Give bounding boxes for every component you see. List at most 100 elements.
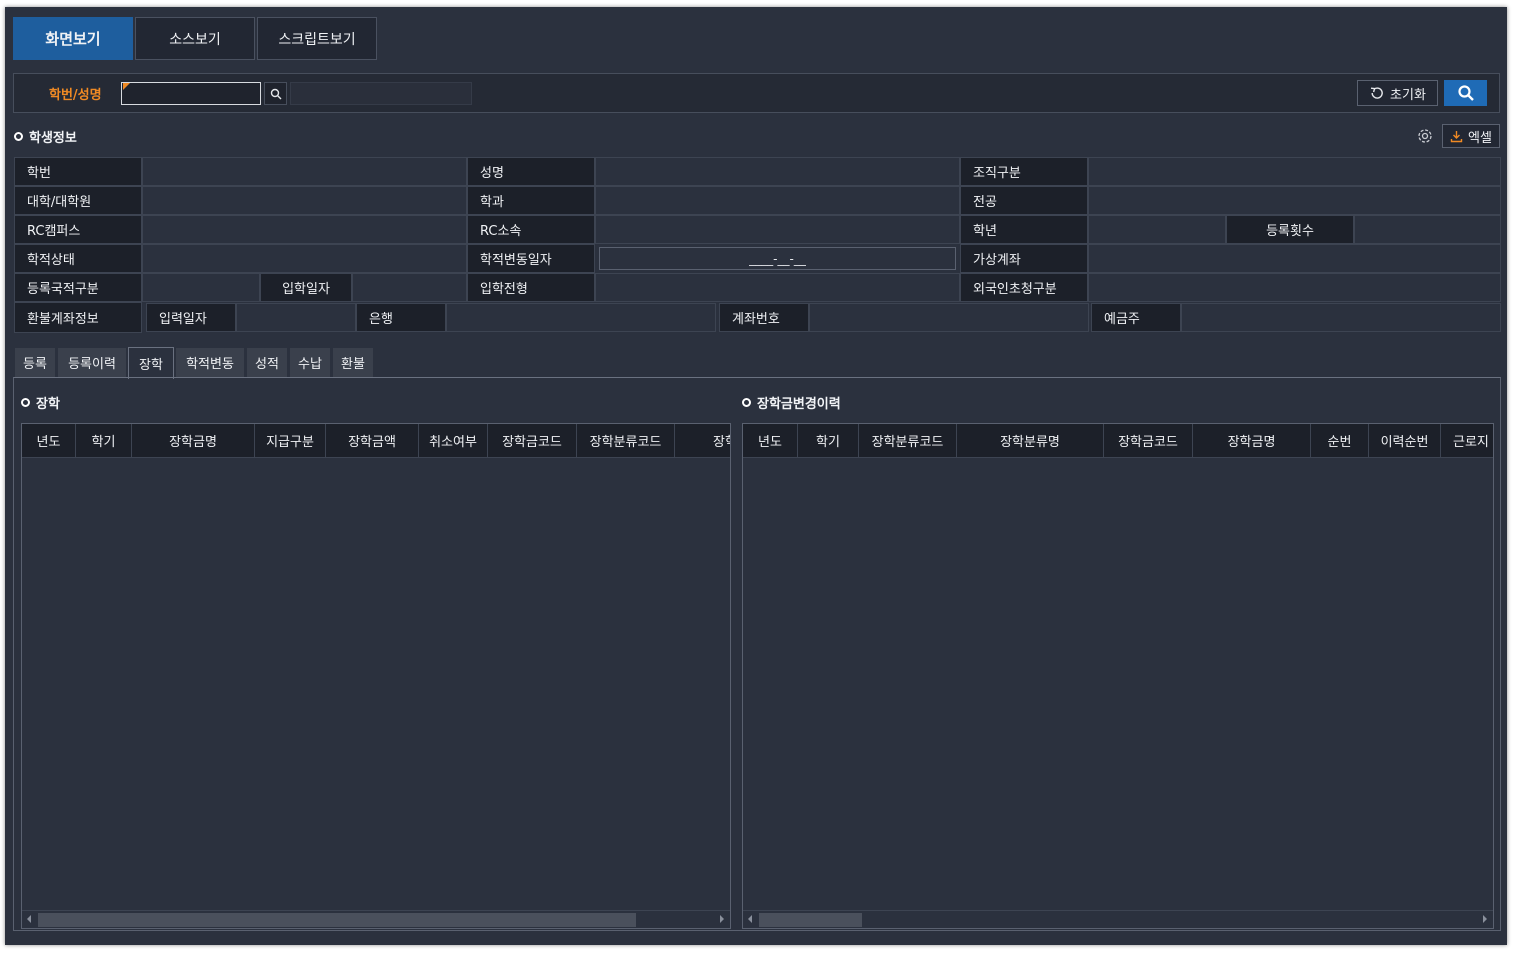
lookup-button[interactable] (264, 82, 287, 105)
scroll-left-icon[interactable] (748, 915, 752, 923)
value-virtual-account (1088, 244, 1501, 273)
label-grade: 학년 (960, 215, 1088, 244)
value-department (595, 186, 960, 215)
scholarship-history-title-text: 장학금변경이력 (757, 397, 841, 412)
search-icon (1457, 85, 1474, 101)
bullet-icon (742, 398, 751, 407)
value-foreign-invite (1088, 273, 1501, 302)
label-rc-campus: RC캠퍼스 (14, 215, 142, 244)
tab-script-view[interactable]: 스크립트보기 (257, 17, 377, 60)
tab-grades[interactable]: 성적 (246, 347, 288, 378)
label-bank: 은행 (356, 303, 446, 332)
tab-registration-history[interactable]: 등록이력 (57, 347, 127, 378)
scholarship-history-title: 장학금변경이력 (742, 393, 841, 412)
value-major (1088, 186, 1501, 215)
app-window: 화면보기 소스보기 스크립트보기 학번/성명 초기화 학생정보 엑셀 학번 성명… (5, 7, 1507, 945)
label-admission-type: 입학전형 (467, 273, 595, 302)
column-header[interactable]: 순번 (1311, 424, 1369, 458)
column-header[interactable]: 학기 (798, 424, 859, 458)
value-rc-affiliation (595, 215, 960, 244)
column-header[interactable]: 학기 (76, 424, 132, 458)
student-search-label: 학번/성명 (49, 88, 102, 103)
label-virtual-account: 가상계좌 (960, 244, 1088, 273)
horizontal-scrollbar[interactable] (22, 910, 730, 928)
column-header[interactable]: 취소여부 (419, 424, 488, 458)
status-change-date-field[interactable]: ____-__-__ (599, 247, 956, 270)
scholarship-grid: 년도 학기 장학금명 지급구분 장학금액 취소여부 장학금코드 장학분류코드 장… (21, 423, 731, 929)
scholarship-title: 장학 (21, 393, 60, 412)
scroll-right-icon[interactable] (720, 915, 724, 923)
tab-status-change[interactable]: 학적변동 (175, 347, 245, 378)
scholarship-grid-header: 년도 학기 장학금명 지급구분 장학금액 취소여부 장학금코드 장학분류코드 장… (22, 424, 730, 458)
magnifier-icon (270, 88, 281, 99)
tab-payment[interactable]: 수납 (289, 347, 331, 378)
column-header[interactable]: 장학분류코드 (577, 424, 675, 458)
column-header[interactable]: 장학금코드 (488, 424, 577, 458)
label-depositor: 예금주 (1091, 303, 1181, 332)
excel-label: 엑셀 (1468, 130, 1492, 146)
value-org-type (1088, 157, 1501, 186)
horizontal-scrollbar[interactable] (743, 910, 1493, 928)
download-icon (1450, 130, 1463, 142)
reset-label: 초기화 (1390, 87, 1426, 103)
value-account-no (809, 303, 1089, 332)
bullet-icon (21, 398, 30, 407)
refresh-icon (1370, 87, 1383, 99)
label-college: 대학/대학원 (14, 186, 142, 215)
value-status (142, 244, 467, 273)
reset-button[interactable]: 초기화 (1357, 80, 1438, 106)
scroll-left-icon[interactable] (27, 915, 31, 923)
tab-refund[interactable]: 환불 (332, 347, 374, 378)
excel-download-button[interactable]: 엑셀 (1442, 124, 1500, 148)
scroll-thumb[interactable] (759, 913, 862, 927)
student-info-grid: 학번 성명 조직구분 대학/대학원 학과 전공 RC캠퍼스 RC소속 학년 등록… (14, 157, 1501, 333)
column-header[interactable]: 장학금명 (132, 424, 255, 458)
column-header[interactable]: 이력순번 (1369, 424, 1441, 458)
column-header[interactable]: 장학금액 (326, 424, 419, 458)
value-grade (1088, 215, 1226, 244)
label-input-date: 입력일자 (146, 303, 236, 332)
gear-icon[interactable] (1415, 126, 1435, 146)
label-rc-affiliation: RC소속 (467, 215, 595, 244)
label-department: 학과 (467, 186, 595, 215)
value-reg-count (1354, 215, 1501, 244)
column-header[interactable]: 근로지 (1441, 424, 1493, 458)
label-reg-nationality: 등록국적구분 (14, 273, 142, 302)
label-major: 전공 (960, 186, 1088, 215)
scroll-right-icon[interactable] (1483, 915, 1487, 923)
tab-screen-view[interactable]: 화면보기 (13, 17, 133, 60)
column-header[interactable]: 장학 (675, 424, 730, 458)
column-header[interactable]: 년도 (22, 424, 76, 458)
value-admission-date (352, 273, 467, 302)
student-info-title: 학생정보 (14, 127, 77, 146)
student-info-title-text: 학생정보 (29, 131, 77, 146)
column-header[interactable]: 장학금코드 (1104, 424, 1193, 458)
label-reg-count: 등록횟수 (1226, 215, 1354, 244)
label-admission-date: 입학일자 (260, 273, 352, 302)
search-bar: 학번/성명 초기화 (13, 73, 1500, 113)
column-header[interactable]: 년도 (743, 424, 798, 458)
label-account-no: 계좌번호 (719, 303, 809, 332)
scroll-thumb[interactable] (38, 913, 636, 927)
column-header[interactable]: 지급구분 (255, 424, 326, 458)
label-name: 성명 (467, 157, 595, 186)
tab-registration[interactable]: 등록 (14, 347, 56, 378)
tab-scholarship[interactable]: 장학 (128, 347, 174, 379)
column-header[interactable]: 장학분류명 (957, 424, 1104, 458)
scholarship-title-text: 장학 (36, 397, 60, 412)
scholarship-history-grid: 년도 학기 장학분류코드 장학분류명 장학금코드 장학금명 순번 이력순번 근로… (742, 423, 1494, 929)
value-depositor (1181, 303, 1501, 332)
label-student-id: 학번 (14, 157, 142, 186)
scholarship-history-grid-header: 년도 학기 장학분류코드 장학분류명 장학금코드 장학금명 순번 이력순번 근로… (743, 424, 1493, 458)
label-status-change-date: 학적변동일자 (467, 244, 595, 273)
label-status: 학적상태 (14, 244, 142, 273)
value-rc-campus (142, 215, 467, 244)
column-header[interactable]: 장학분류코드 (859, 424, 957, 458)
tab-source-view[interactable]: 소스보기 (135, 17, 255, 60)
value-bank (446, 303, 716, 332)
column-header[interactable]: 장학금명 (1193, 424, 1311, 458)
value-admission-type (595, 273, 960, 302)
student-search-input[interactable] (121, 82, 261, 105)
value-reg-nationality (142, 273, 260, 302)
search-button[interactable] (1444, 80, 1487, 106)
